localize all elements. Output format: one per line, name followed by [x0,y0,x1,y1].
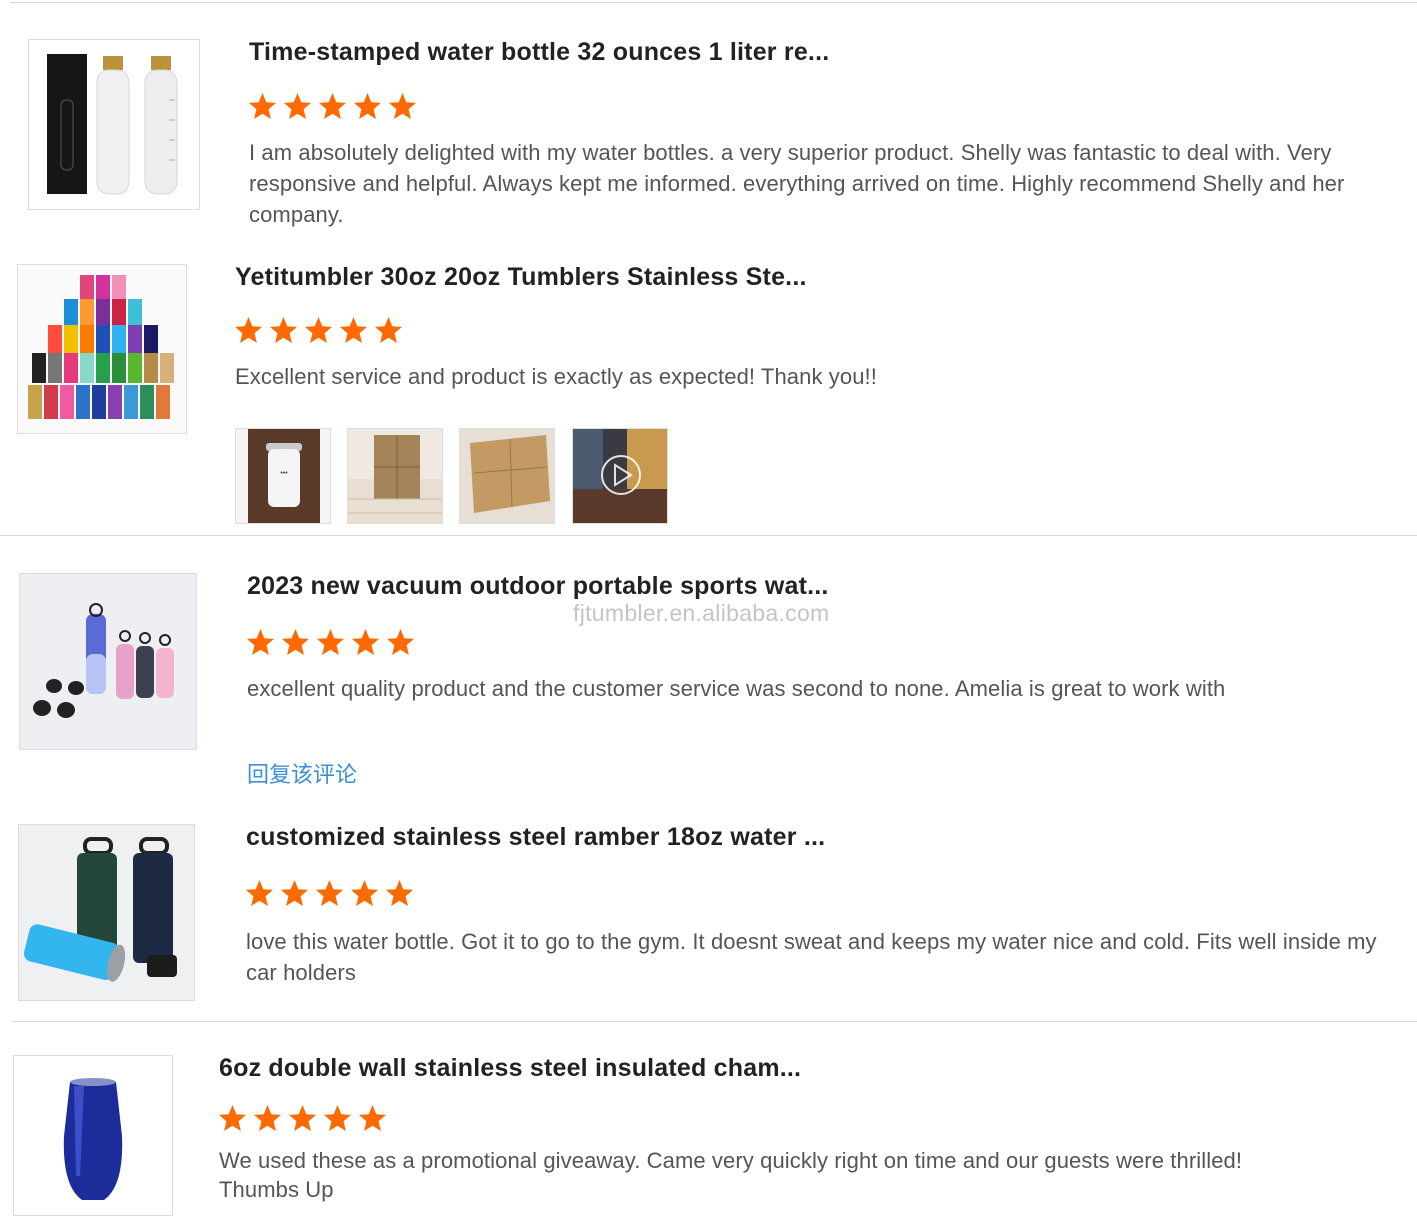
product-title[interactable]: 6oz double wall stainless steel insulate… [219,1054,801,1083]
star-icon [359,1105,386,1131]
product-thumbnail[interactable] [13,1055,173,1216]
watermark: fjtumbler.en.alibaba.com [573,600,830,626]
star-icon [254,1105,281,1131]
star-icon [289,1105,316,1131]
star-icon [219,1105,246,1131]
star-rating [218,1104,387,1133]
review-text: We used these as a promotional giveaway.… [219,1148,1243,1202]
star-icon [324,1105,351,1131]
